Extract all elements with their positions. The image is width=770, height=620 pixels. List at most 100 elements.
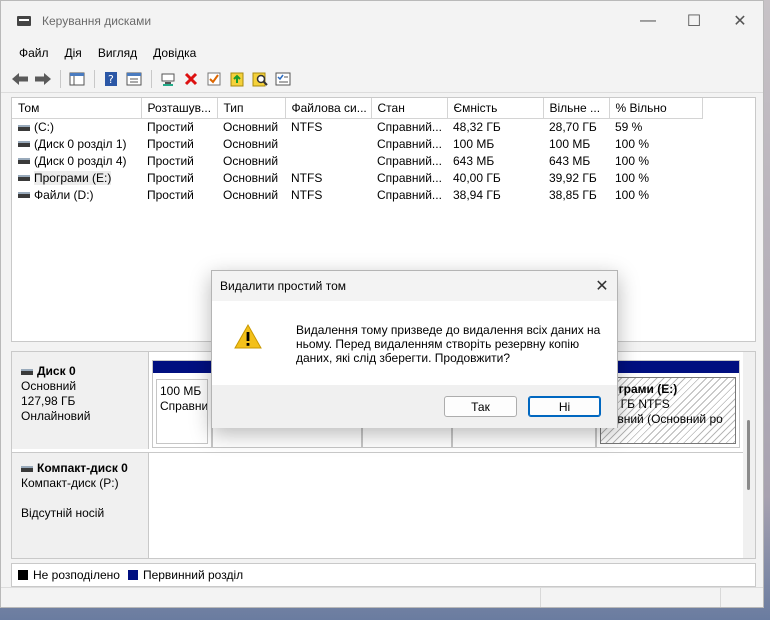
toolbar: ?	[1, 65, 763, 93]
disk-state: Відсутній носій	[21, 506, 105, 520]
table-cell: Простий	[147, 170, 194, 185]
disk-size: 127,98 ГБ	[21, 394, 76, 408]
table-row[interactable]: Програми (E:) Простий Основний NTFS Спра…	[12, 169, 702, 186]
disk-icon	[21, 368, 33, 375]
forward-icon[interactable]	[32, 68, 54, 90]
toolbar-separator	[94, 69, 95, 88]
dialog-message: Видалення тому призведе до видалення всі…	[296, 323, 601, 365]
column-header-status[interactable]: Стан	[371, 98, 448, 119]
volume-name: (Диск 0 розділ 1)	[34, 136, 127, 151]
title-bar: Керування дисками — ☐ ✕	[1, 1, 763, 41]
volume-name-cell: Файли (D:)	[12, 186, 141, 203]
dialog-title-bar: Видалити простий том ✕	[212, 271, 617, 301]
volume-table: Том Розташув... Тип Файлова си... Стан Є…	[12, 98, 703, 203]
legend-swatch-primary	[127, 570, 138, 580]
connect-icon[interactable]	[157, 68, 179, 90]
check-icon[interactable]	[203, 68, 225, 90]
dialog-title: Видалити простий том	[220, 279, 346, 293]
dialog-close-button[interactable]: ✕	[587, 271, 617, 301]
table-cell	[285, 135, 371, 152]
properties-icon[interactable]	[123, 68, 145, 90]
cd-drive-icon	[21, 465, 33, 472]
partition-label: рограми (E:)	[604, 382, 678, 396]
svg-text:?: ?	[108, 73, 114, 86]
partition-system[interactable]: 100 МБ Справни	[152, 360, 212, 448]
new-folder-icon[interactable]	[226, 68, 248, 90]
column-header-filesystem[interactable]: Файлова си...	[285, 98, 372, 119]
disk-row-1: Компакт-диск 0 Компакт-диск (P:) Відсутн…	[12, 452, 745, 558]
column-header-layout[interactable]: Розташув...	[141, 98, 218, 119]
volume-icon	[18, 175, 30, 182]
menu-help[interactable]: Довідка	[145, 44, 204, 62]
table-cell: Простий	[147, 153, 194, 168]
delete-icon[interactable]	[180, 68, 202, 90]
partition-state: равний (Основний ро	[604, 412, 723, 426]
dialog-footer: Так Ні	[212, 385, 617, 428]
partition-details: 100 МБ Справни	[156, 379, 208, 444]
column-header-percent-free[interactable]: % Вільно	[609, 98, 703, 119]
table-cell: NTFS	[291, 119, 323, 134]
table-header: Том Розташув... Тип Файлова си... Стан Є…	[12, 98, 703, 119]
list-icon[interactable]	[272, 68, 294, 90]
minimize-button[interactable]: —	[625, 1, 671, 41]
table-cell: Основний	[223, 136, 279, 151]
volume-icon	[18, 192, 30, 199]
disk-info-1[interactable]: Компакт-диск 0 Компакт-диск (P:) Відсутн…	[12, 453, 149, 558]
table-cell: 39,92 ГБ	[549, 170, 597, 185]
status-pane	[541, 588, 721, 607]
volume-name-cell: (Диск 0 розділ 4)	[12, 152, 141, 169]
menu-view[interactable]: Вигляд	[90, 44, 145, 62]
table-cell: Справний...	[377, 187, 442, 202]
volume-name: Файли (D:)	[34, 187, 94, 202]
table-row[interactable]: Файли (D:) Простий Основний NTFS Справни…	[12, 186, 702, 203]
help-icon[interactable]: ?	[100, 68, 122, 90]
back-icon[interactable]	[9, 68, 31, 90]
table-row[interactable]: (C:) Простий Основний NTFS Справний... 4…	[12, 118, 702, 135]
volume-name-cell: (Диск 0 розділ 1)	[12, 135, 141, 152]
column-header-capacity[interactable]: Ємність	[447, 98, 544, 119]
delete-volume-dialog: Видалити простий том ✕ Видалення тому пр…	[211, 270, 618, 428]
column-header-free-space[interactable]: Вільне ...	[543, 98, 610, 119]
column-header-volume[interactable]: Том	[12, 98, 142, 119]
disk-type: Компакт-диск (P:)	[21, 476, 119, 490]
maximize-button[interactable]: ☐	[671, 1, 717, 41]
table-cell: 40,00 ГБ	[453, 170, 501, 185]
table-cell: Справний...	[377, 170, 442, 185]
disk-name: Диск 0	[37, 364, 76, 378]
table-row[interactable]: (Диск 0 розділ 4) Простий Основний Справ…	[12, 152, 702, 169]
table-cell: 38,94 ГБ	[453, 187, 501, 202]
table-cell: 28,70 ГБ	[549, 119, 597, 134]
table-cell: NTFS	[291, 170, 323, 185]
close-button[interactable]: ✕	[717, 1, 763, 41]
disk-map-scrollbar[interactable]	[743, 352, 755, 558]
disk-size	[21, 491, 148, 506]
console-tree-icon[interactable]	[66, 68, 88, 90]
disk-name: Компакт-диск 0	[37, 461, 128, 475]
table-cell: Основний	[223, 187, 279, 202]
table-cell: Основний	[223, 153, 279, 168]
disk-info-0[interactable]: Диск 0 Основний 127,98 ГБ Онлайновий	[12, 352, 149, 449]
table-cell: 48,32 ГБ	[453, 119, 501, 134]
table-cell: Основний	[223, 170, 279, 185]
legend: Не розподілено Первинний розділ	[11, 563, 756, 587]
table-row[interactable]: (Диск 0 розділ 1) Простий Основний Справ…	[12, 135, 702, 152]
warning-icon	[234, 323, 262, 349]
search-icon[interactable]	[249, 68, 271, 90]
disk-state: Онлайновий	[21, 409, 91, 423]
volume-icon	[18, 158, 30, 165]
toolbar-separator	[151, 69, 152, 88]
yes-button[interactable]: Так	[444, 396, 517, 417]
column-header-type[interactable]: Тип	[217, 98, 286, 119]
volume-name-cell: Програми (E:)	[12, 169, 141, 186]
partition-state: Справни	[160, 399, 208, 413]
volume-name: (C:)	[34, 119, 54, 134]
table-cell: 38,85 ГБ	[549, 187, 597, 202]
table-cell: 100 МБ	[549, 136, 591, 151]
menu-action[interactable]: Дія	[57, 44, 90, 62]
table-cell: 100 %	[615, 153, 650, 168]
scrollbar-thumb[interactable]	[747, 420, 750, 490]
volume-icon	[18, 141, 30, 148]
no-button[interactable]: Ні	[528, 396, 601, 417]
menu-file[interactable]: Файл	[11, 44, 57, 62]
table-cell: 100 МБ	[453, 136, 495, 151]
